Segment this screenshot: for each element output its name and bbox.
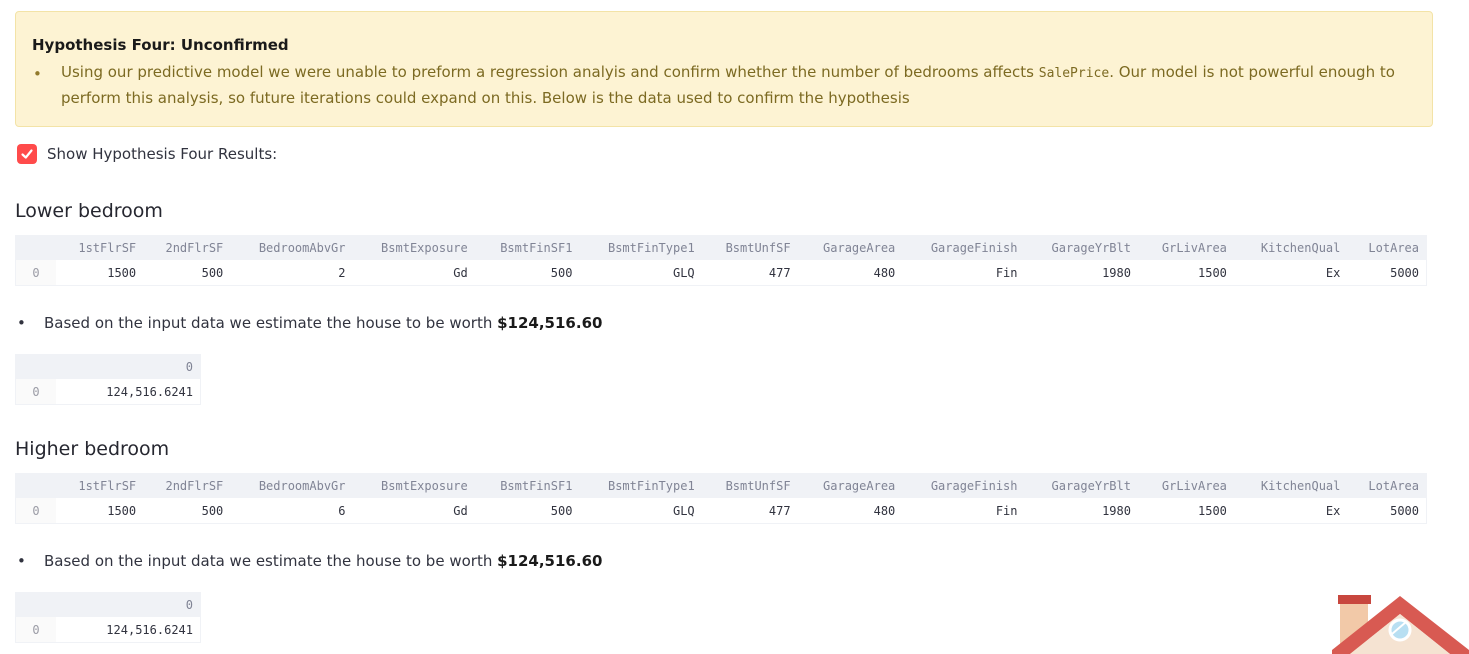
column-header: LotArea [1347, 235, 1427, 260]
table-cell: Fin [995, 265, 1018, 280]
column-header: GarageYrBlt [1024, 235, 1138, 260]
column-header: GarageYrBlt [1024, 473, 1138, 498]
checkbox-label: Show Hypothesis Four Results: [47, 145, 278, 163]
row-index: 0 [15, 379, 56, 405]
pred-header: 0 [56, 592, 201, 617]
table-cell: 5000 [1390, 503, 1419, 518]
table-cell: 480 [873, 265, 896, 280]
table-cell: Ex [1325, 503, 1341, 518]
table-cell: Gd [453, 503, 468, 518]
table-cell: 500 [550, 503, 573, 518]
column-header: LotArea [1347, 473, 1427, 498]
table-cell: 477 [768, 503, 791, 518]
pred-value: 124,516.6241 [106, 384, 193, 399]
alert-title: Hypothesis Four: Unconfirmed [32, 36, 289, 54]
column-header: GrLivArea [1137, 235, 1234, 260]
table-cell: 1980 [1102, 503, 1131, 518]
estimate-line-lower: • Based on the input data we estimate the… [17, 314, 602, 332]
table-index-header [15, 354, 56, 379]
table-cell: 1980 [1102, 265, 1131, 280]
column-header: BsmtFinType1 [579, 235, 702, 260]
estimate-prefix: Based on the input data we estimate the … [44, 314, 498, 332]
column-header: BedroomAbvGr [230, 473, 353, 498]
table-row: 0 124,516.6241 [15, 617, 201, 643]
table-cell: 1500 [1198, 265, 1227, 280]
alert-text: Using our predictive model we were unabl… [61, 60, 1411, 111]
table-cell: 477 [768, 265, 791, 280]
column-header: BsmtExposure [352, 235, 475, 260]
row-index: 0 [15, 617, 56, 643]
row-index: 0 [15, 498, 56, 524]
table-row: 0 1500 500 2 Gd 500 GLQ 477 480 Fin 1980 1500 Ex 5000 [15, 260, 1427, 286]
alert-bullet: • [33, 65, 42, 83]
estimate-value: $124,516.60 [497, 314, 603, 332]
table-cell: Fin [995, 503, 1018, 518]
alert-code: SalePrice [1038, 66, 1110, 81]
hypothesis-alert: Hypothesis Four: Unconfirmed • Using our… [15, 11, 1433, 127]
section-title-lower: Lower bedroom [15, 200, 163, 222]
column-header: BsmtFinSF1 [474, 473, 580, 498]
column-header: GrLivArea [1137, 473, 1234, 498]
table-cell: 1500 [1198, 503, 1227, 518]
table-cell: 500 [550, 265, 573, 280]
column-header: BsmtUnfSF [701, 235, 798, 260]
bullet-dot: • [17, 552, 26, 570]
table-cell: 500 [201, 503, 224, 518]
row-index: 0 [15, 260, 56, 286]
input-table-higher: 1stFlrSF 2ndFlrSF BedroomAbvGr BsmtExposure… [15, 473, 1427, 524]
column-header: KitchenQual [1233, 473, 1348, 498]
column-header: 1stFlrSF [56, 473, 144, 498]
column-header: 2ndFlrSF [143, 473, 231, 498]
column-header: GarageArea [797, 235, 903, 260]
table-cell: 500 [201, 265, 224, 280]
column-header: GarageArea [797, 473, 903, 498]
table-cell: Gd [453, 265, 468, 280]
prediction-table-lower: 0 0 124,516.6241 [15, 354, 201, 405]
table-index-header [15, 235, 56, 260]
column-header: BsmtExposure [352, 473, 475, 498]
table-cell: 480 [873, 503, 896, 518]
table-cell: GLQ [672, 503, 695, 518]
column-header: 2ndFlrSF [143, 235, 231, 260]
table-cell: GLQ [672, 265, 695, 280]
show-results-checkbox[interactable]: Show Hypothesis Four Results: [17, 144, 277, 164]
house-icon [1332, 595, 1469, 654]
pred-header: 0 [56, 354, 201, 379]
table-row: 0 124,516.6241 [15, 379, 201, 405]
alert-text-part: Using our predictive model we were unabl… [61, 63, 1039, 81]
section-title-higher: Higher bedroom [15, 438, 170, 460]
table-index-header [15, 592, 56, 617]
column-header: BedroomAbvGr [230, 235, 353, 260]
column-header: GarageFinish [902, 235, 1025, 260]
column-header: KitchenQual [1233, 235, 1348, 260]
table-index-header [15, 473, 56, 498]
table-cell: 1500 [107, 503, 137, 518]
column-header: 1stFlrSF [56, 235, 144, 260]
pred-value: 124,516.6241 [106, 622, 193, 637]
table-cell: Ex [1325, 265, 1341, 280]
table-cell: 6 [338, 503, 346, 518]
estimate-value: $124,516.60 [497, 552, 603, 570]
estimate-line-higher: • Based on the input data we estimate the… [17, 552, 602, 570]
column-header: BsmtUnfSF [701, 473, 798, 498]
input-table-lower: 1stFlrSF 2ndFlrSF BedroomAbvGr BsmtExposure… [15, 235, 1427, 286]
column-header: GarageFinish [902, 473, 1025, 498]
table-row: 0 1500 500 6 Gd 500 GLQ 477 480 Fin 1980 1500 Ex 5000 [15, 498, 1427, 524]
column-header: BsmtFinType1 [579, 473, 702, 498]
checkmark-icon[interactable] [17, 144, 37, 164]
estimate-prefix: Based on the input data we estimate the … [44, 552, 498, 570]
column-header: BsmtFinSF1 [474, 235, 580, 260]
table-cell: 5000 [1390, 265, 1419, 280]
bullet-dot: • [17, 314, 26, 332]
prediction-table-higher: 0 0 124,516.6241 [15, 592, 201, 643]
table-cell: 1500 [107, 265, 137, 280]
table-cell: 2 [338, 265, 346, 280]
